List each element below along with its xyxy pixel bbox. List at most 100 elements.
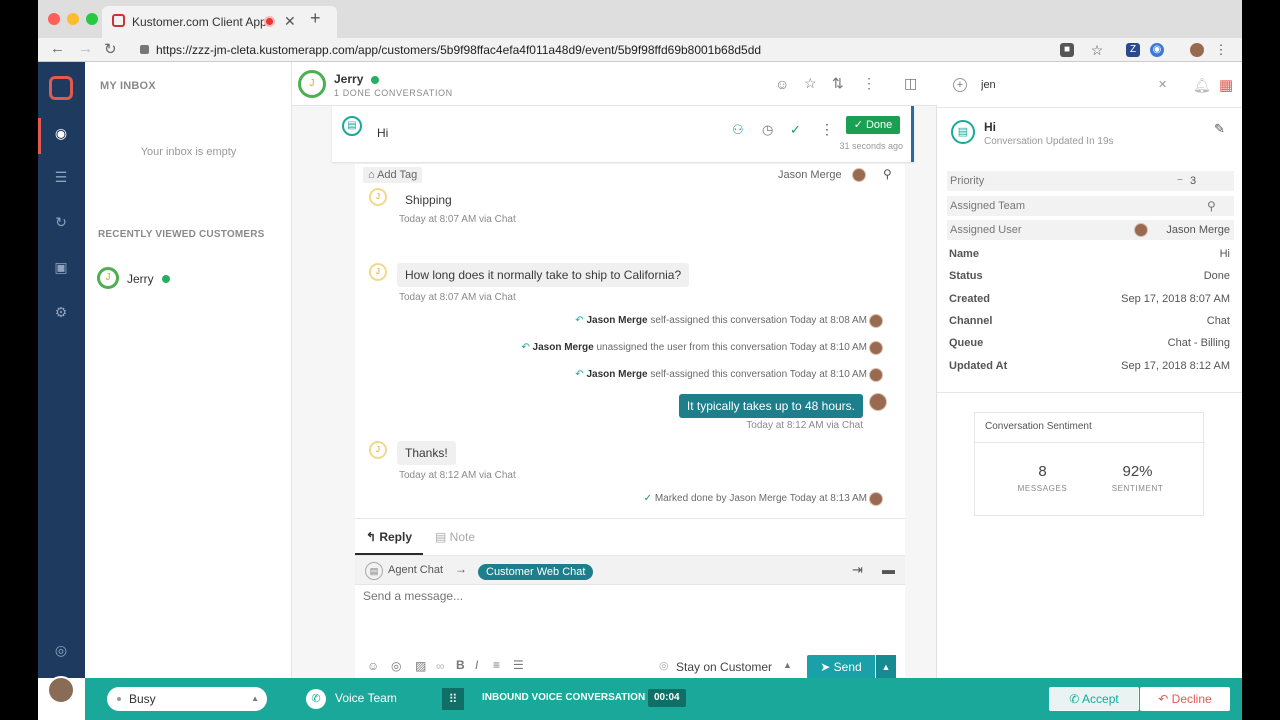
help-icon[interactable]: ◎ (51, 640, 71, 660)
link-icon[interactable]: ∞ (436, 659, 445, 673)
merge-icon[interactable]: ⇅ (832, 75, 844, 92)
edit-pencil-icon[interactable]: ✎ (1214, 121, 1225, 137)
tab-title: Kustomer.com Client App (132, 15, 267, 29)
pop-out-icon[interactable]: ⇥ (852, 562, 863, 578)
url-text: https://zzz-jm-cleta.kustomerapp.com/app… (156, 43, 762, 57)
snippet-icon[interactable]: ◎ (391, 659, 401, 673)
assigned-user-label: Assigned User (950, 224, 1022, 236)
url-field[interactable]: https://zzz-jm-cleta.kustomerapp.com/app… (138, 40, 1078, 60)
italic-icon[interactable]: I (475, 658, 478, 672)
customer-icon: J (369, 441, 387, 459)
customer-avatar[interactable]: J (298, 70, 326, 98)
bell-icon[interactable]: 🔔︎ (1193, 77, 1211, 94)
reload-icon[interactable]: ↻ (104, 40, 117, 58)
gear-icon[interactable]: ⚙ (51, 302, 71, 322)
search-list-icon[interactable]: ☰ (51, 167, 71, 187)
emoji-icon[interactable]: ☺ (367, 659, 379, 673)
image-icon[interactable]: ▨ (415, 659, 426, 673)
arrow-right-icon: → (455, 562, 467, 576)
app-window: Kustomer.com Client App ✕ + ← → ↻ https:… (38, 0, 1242, 720)
bulleted-list-icon[interactable]: ☰ (513, 658, 524, 672)
trash-icon[interactable]: ▬ (882, 562, 895, 577)
agent-avatar[interactable] (47, 676, 75, 704)
new-tab-icon[interactable]: + (310, 8, 321, 29)
mark-done-icon[interactable]: ✓ (790, 122, 801, 138)
status-dot (117, 697, 121, 701)
message-meta: Today at 8:12 AM via Chat (746, 420, 863, 431)
call-timer: 00:04 (648, 689, 686, 707)
dialpad-icon[interactable]: ⠿ (442, 688, 464, 710)
user-icon[interactable]: ☺ (775, 76, 789, 92)
refresh-icon[interactable]: ↻ (51, 212, 71, 232)
assigned-team-row[interactable]: Assigned Team ⚲ (947, 196, 1234, 216)
recording-icon (264, 16, 275, 27)
gift-icon[interactable]: ▦ (1219, 76, 1233, 94)
maximize-window-icon[interactable] (86, 13, 98, 25)
to-channel-pill[interactable]: Customer Web Chat (478, 564, 594, 580)
close-tab-icon[interactable]: ✕ (284, 13, 296, 30)
details-panel: + ✕ 🔔︎ ▦ ▤ Hi Conversation Updated In 19… (937, 62, 1242, 678)
ordered-list-icon[interactable]: ≡ (493, 658, 500, 672)
assignee-name[interactable]: Jason Merge (778, 169, 842, 181)
bookmark-star-icon[interactable]: ☆ (1090, 43, 1104, 57)
search-input[interactable] (981, 74, 1171, 96)
toggle-panel-icon[interactable]: ◫ (904, 75, 917, 92)
priority-decrease-icon[interactable]: − (1177, 175, 1183, 186)
message-meta: Today at 8:07 AM via Chat (399, 292, 516, 303)
more-options-icon[interactable]: ⋮ (862, 75, 876, 92)
from-channel[interactable]: Agent Chat (388, 564, 443, 576)
card-more-icon[interactable]: ⋮ (820, 121, 834, 138)
minimize-window-icon[interactable] (67, 13, 79, 25)
message-input[interactable] (363, 589, 893, 639)
decline-button[interactable]: ↶ Decline (1140, 687, 1230, 711)
assigned-user-row[interactable]: Assigned User Jason Merge (947, 220, 1234, 240)
bold-icon[interactable]: B (456, 658, 465, 672)
priority-label: Priority (950, 175, 985, 187)
address-bar: ← → ↻ https://zzz-jm-cleta.kustomerapp.c… (38, 38, 1242, 62)
assign-team-icon[interactable]: ⚲ (1207, 199, 1216, 213)
forward-icon[interactable]: → (78, 40, 93, 57)
extension-z-icon[interactable]: Z (1126, 43, 1140, 57)
field-label: Name (949, 248, 979, 260)
browser-tab[interactable]: Kustomer.com Client App ✕ (102, 6, 337, 38)
voice-team[interactable]: Voice Team (335, 691, 397, 705)
online-status-dot (162, 275, 170, 283)
extension-1password-icon[interactable]: ◉ (1150, 43, 1164, 57)
status-badge: ✓ Done (846, 116, 900, 134)
snooze-clock-icon[interactable]: ◷ (762, 122, 773, 138)
back-icon[interactable]: ← (50, 40, 65, 57)
browser-menu-icon[interactable]: ⋮ (1214, 43, 1228, 57)
star-icon[interactable]: ☆ (804, 75, 817, 92)
send-options-icon[interactable]: ▲ (876, 655, 896, 679)
chat-icon: ▤ (365, 562, 383, 580)
recent-customer-jerry[interactable]: J Jerry (97, 267, 287, 291)
tab-reply-label: Reply (379, 530, 413, 544)
assign-user-icon[interactable]: ⚲ (883, 167, 892, 181)
phone-icon: ✆ (306, 689, 326, 709)
priority-row[interactable]: Priority − 3 (947, 171, 1234, 191)
stay-on-customer[interactable]: Stay on Customer (676, 660, 772, 674)
profile-avatar-icon[interactable] (1190, 43, 1204, 57)
add-tag-button[interactable]: ⌂ Add Tag (363, 167, 423, 183)
online-status-dot (371, 76, 379, 84)
conversation-card[interactable]: ▤ Hi ⚇ ◷ ✓ ⋮ ✓ Done 31 seconds ago (332, 106, 914, 162)
customer-icon: J (369, 188, 387, 206)
send-button[interactable]: ➤ Send (807, 655, 875, 679)
chart-icon[interactable]: ▣ (51, 257, 71, 277)
eye-icon[interactable]: ◉ (51, 123, 71, 143)
customer-name[interactable]: Jerry (334, 72, 363, 86)
accept-button[interactable]: ✆ Accept (1049, 687, 1139, 711)
tab-note[interactable]: ▤ Note (435, 519, 495, 555)
clear-search-icon[interactable]: ✕ (1158, 78, 1167, 91)
close-window-icon[interactable] (48, 13, 60, 25)
kustomer-logo-icon[interactable] (49, 76, 73, 100)
add-icon[interactable]: + (953, 78, 967, 92)
assign-team-icon[interactable]: ⚇ (732, 122, 744, 138)
tab-reply[interactable]: ↰ Reply (355, 519, 423, 555)
camera-icon[interactable]: ■ (1060, 43, 1074, 57)
caret-up-icon[interactable]: ▲ (783, 660, 792, 670)
composer: ↰ Reply ▤ Note ▤ Agent Chat → Customer W… (355, 518, 905, 679)
status-dropdown[interactable]: Busy ▲ (107, 687, 267, 711)
divider (937, 392, 1242, 393)
voice-bar: Busy ▲ ✆ Voice Team ⠿ INBOUND VOICE CONV… (85, 678, 1242, 720)
